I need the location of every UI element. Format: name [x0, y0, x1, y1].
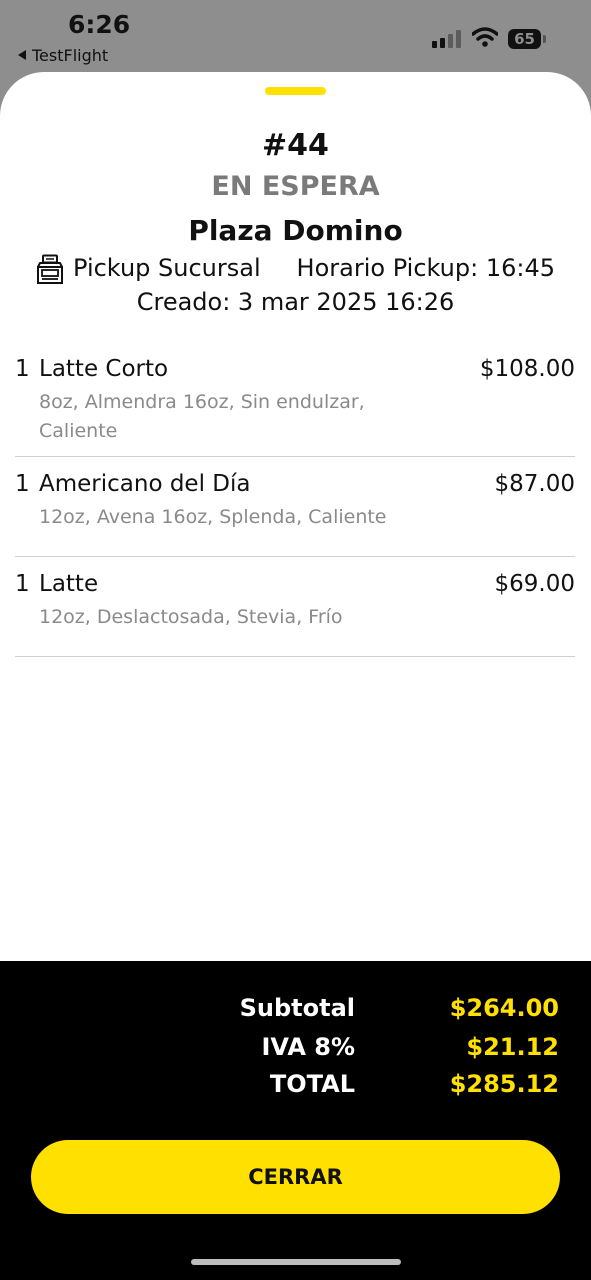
subtotal-value: $264.00: [449, 994, 559, 1022]
back-app-label: TestFlight: [32, 46, 109, 65]
back-arrow-icon: [18, 50, 26, 60]
total-value: $285.12: [449, 1070, 559, 1098]
store-name: Plaza Domino: [188, 214, 403, 247]
list-item: 1 Latte Corto $108.00 8oz, Almendra 16oz…: [15, 342, 575, 457]
item-name: Latte Corto: [39, 356, 169, 382]
iva-value: $21.12: [466, 1033, 559, 1061]
battery-icon: 65: [508, 29, 541, 49]
status-time: 6:26: [68, 10, 131, 39]
totals-footer: Subtotal $264.00 IVA 8% $21.12 TOTAL $28…: [0, 961, 591, 1280]
sheet-grabber[interactable]: [265, 87, 326, 95]
created-date: Creado: 3 mar 2025 16:26: [136, 288, 455, 316]
item-name: Americano del Día: [39, 471, 251, 497]
pickup-time: Horario Pickup: 16:45: [296, 254, 555, 282]
item-modifiers: 12oz, Avena 16oz, Splenda, Caliente: [39, 506, 387, 528]
item-quantity: 1: [15, 571, 30, 597]
item-price: $87.00: [494, 471, 575, 497]
order-items-list: 1 Latte Corto $108.00 8oz, Almendra 16oz…: [15, 342, 575, 657]
item-name: Latte: [39, 571, 99, 597]
status-bar: 6:26 TestFlight 65: [0, 0, 591, 72]
order-number: #44: [262, 128, 329, 163]
battery-tip: [543, 35, 546, 43]
back-to-app-link[interactable]: TestFlight: [18, 46, 108, 65]
wifi-icon: [472, 27, 498, 47]
item-price: $108.00: [479, 356, 575, 382]
home-indicator: [191, 1259, 401, 1265]
order-status: EN ESPERA: [211, 171, 380, 202]
item-quantity: 1: [15, 356, 30, 382]
list-item: 1 Latte $69.00 12oz, Deslactosada, Stevi…: [15, 557, 575, 657]
cellular-signal-icon: [432, 30, 464, 48]
item-quantity: 1: [15, 471, 30, 497]
item-price: $69.00: [494, 571, 575, 597]
item-modifiers: 12oz, Deslactosada, Stevia, Frío: [39, 606, 343, 628]
item-modifiers: 8oz, Almendra 16oz, Sin endulzar, Calien…: [39, 391, 365, 442]
order-detail-sheet: #44 EN ESPERA Plaza Domino Pickup Sucurs…: [0, 72, 591, 1280]
close-button[interactable]: CERRAR: [31, 1140, 560, 1214]
list-item: 1 Americano del Día $87.00 12oz, Avena 1…: [15, 457, 575, 557]
